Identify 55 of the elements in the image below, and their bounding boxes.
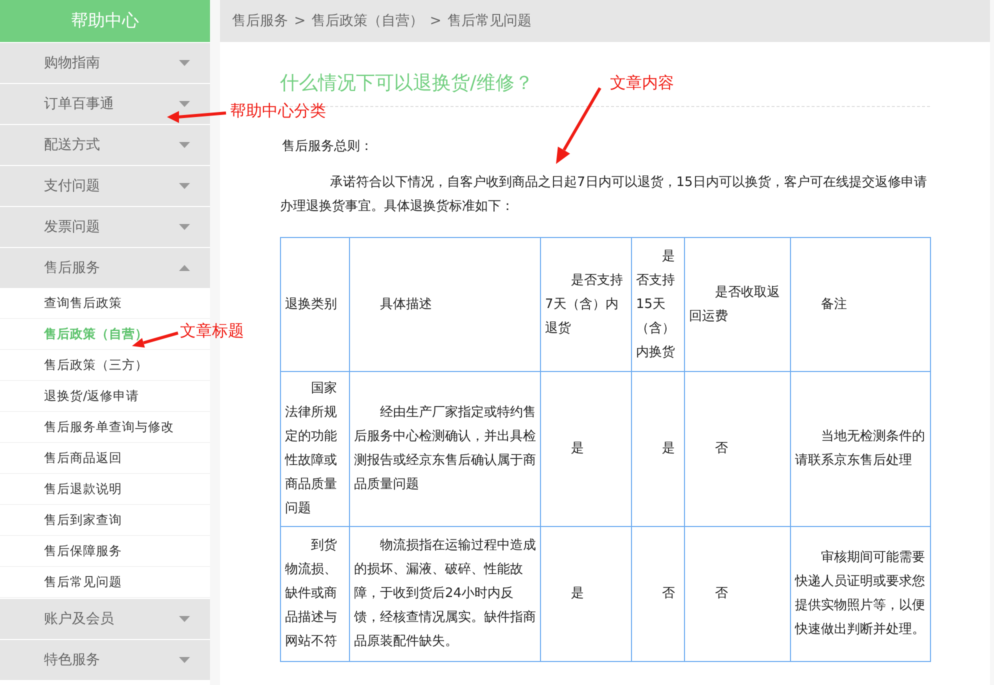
subcategory-item[interactable]: 售后服务单查询与修改 <box>44 419 174 434</box>
table-cell: 经由生产厂家指定或特约售后服务中心检测确认，并出具检测报告或经京东售后确认属于商品质量问题 <box>350 372 540 526</box>
subcategory-item[interactable]: 售后到家查询 <box>44 512 122 527</box>
subcategory-item[interactable]: 退换货/返修申请 <box>44 388 140 403</box>
breadcrumb-link[interactable]: 售后服务 <box>232 12 288 30</box>
table-cell: 是 <box>540 526 632 662</box>
annotation-label: 文章内容 <box>610 73 674 94</box>
category-item[interactable]: 特色服务 <box>0 639 210 680</box>
subcategory-item[interactable]: 售后保障服务 <box>44 543 122 558</box>
caret-icon <box>179 616 190 622</box>
category-item[interactable]: 购物指南 <box>0 42 210 83</box>
annotation-label: 文章标题 <box>180 321 244 342</box>
subcategory-item[interactable]: 售后商品返回 <box>44 450 122 465</box>
section-heading: 售后服务总则： <box>282 138 374 155</box>
caret-icon <box>179 101 190 107</box>
caret-icon <box>179 265 190 271</box>
header-cell: 备注 <box>790 238 930 372</box>
table-cell: 否 <box>684 526 790 662</box>
category-item[interactable]: 订单百事通 <box>0 83 210 124</box>
header-cell: 退换类别 <box>280 238 350 372</box>
caret-icon <box>179 183 190 189</box>
caret-icon <box>179 142 190 148</box>
header-cell: 具体描述 <box>350 238 540 372</box>
header-cell: 是否支持15天（含）内换货 <box>632 238 684 372</box>
annotation-label: 帮助中心分类 <box>230 101 326 122</box>
subcategory-item[interactable]: 售后政策（三方） <box>44 357 148 372</box>
breadcrumb-separator: > <box>294 13 306 29</box>
table-cell: 是 <box>540 372 632 526</box>
article-paragraph: 承诺符合以下情况，自客户收到商品之日起7日内可以退货，15日内可以换货，客户可在线提交返修申请办理退换货事宜。具体退换货标准如下： <box>280 174 928 216</box>
caret-icon <box>179 657 190 663</box>
subcategory-item[interactable]: 售后退款说明 <box>44 481 122 496</box>
table-cell: 是 <box>632 372 684 526</box>
table-cell: 物流损指在运输过程中造成的损坏、漏液、破碎、性能故障，于收到货后24小时内反馈，经核查情况属实。缺件指商品原装配件缺失。 <box>350 526 540 662</box>
table-cell: 当地无检测条件的请联系京东售后处理 <box>790 372 930 526</box>
category-item[interactable]: 支付问题 <box>0 165 210 206</box>
category-item[interactable]: 账户及会员 <box>0 598 210 639</box>
category-item[interactable]: 配送方式 <box>0 124 210 165</box>
header-cell: 是否收取返回运费 <box>684 238 790 372</box>
breadcrumb-link[interactable]: 售后政策（自营） <box>312 12 424 30</box>
table-cell: 否 <box>684 372 790 526</box>
caret-icon <box>179 224 190 230</box>
table-cell: 到货物流损、缺件或商品描述与网站不符 <box>280 526 350 662</box>
subcategory-item[interactable]: 售后常见问题 <box>44 574 122 589</box>
caret-icon <box>179 60 190 66</box>
sidebar-title: 帮助中心 <box>0 0 210 42</box>
subcategory-item[interactable]: 查询售后政策 <box>44 295 122 310</box>
breadcrumb-link[interactable]: 售后常见问题 <box>447 12 532 30</box>
table-cell: 国家法律所规定的功能性故障或商品质量问题 <box>280 372 350 526</box>
breadcrumb-separator: > <box>430 13 442 29</box>
header-cell: 是否支持7天（含）内退货 <box>540 238 632 372</box>
table-cell: 审核期间可能需要快递人员证明或要求您提供实物照片等，以便快速做出判断并处理。 <box>790 526 930 662</box>
category-item[interactable]: 售后服务 <box>0 247 210 288</box>
category-item[interactable]: 发票问题 <box>0 206 210 247</box>
table-cell: 否 <box>632 526 684 662</box>
annotation-arrow <box>166 108 228 124</box>
